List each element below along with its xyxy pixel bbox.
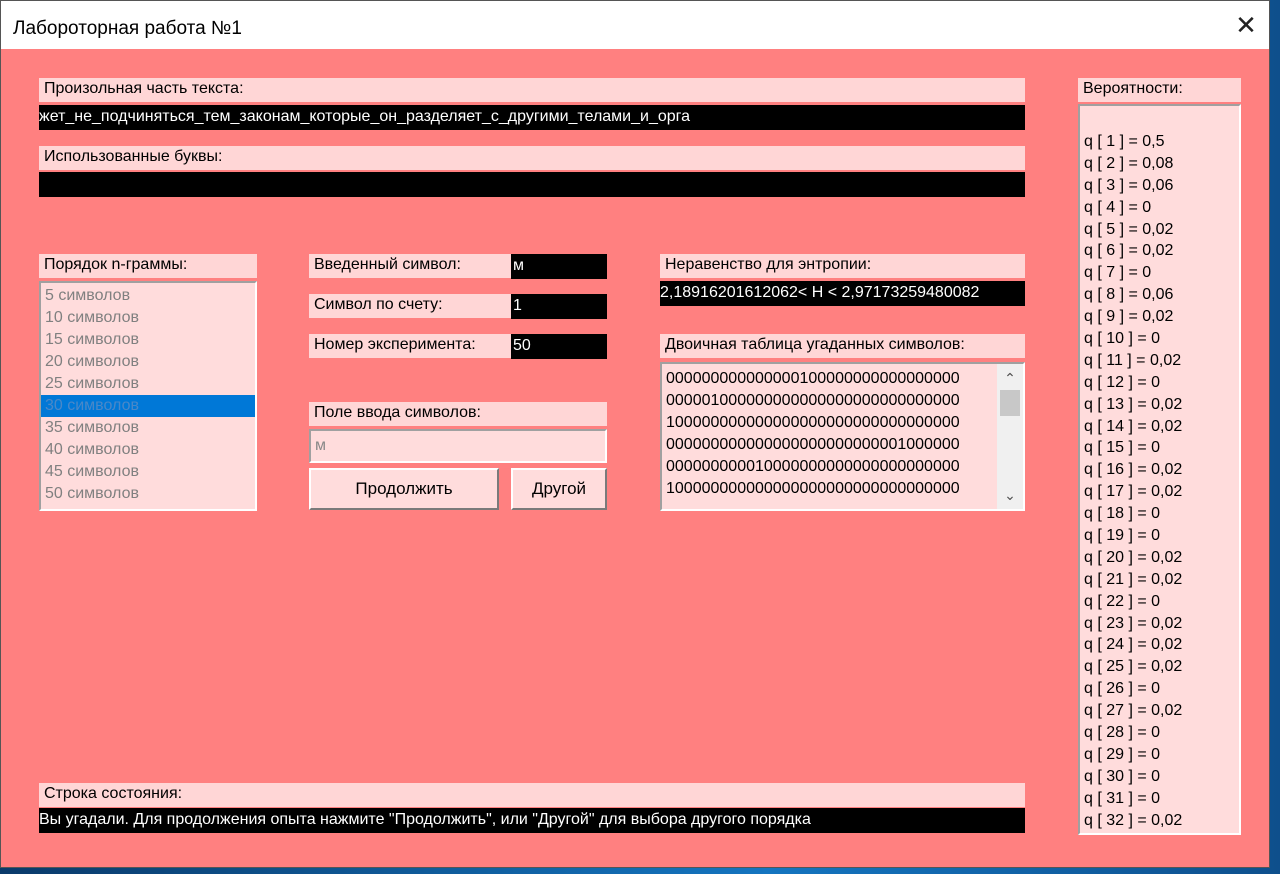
probability-item[interactable]: q [ 12 ] = 0 — [1080, 372, 1239, 394]
text-section-value: жет_не_подчиняться_тем_законам_которые_о… — [39, 105, 1025, 130]
binary-table-label: Двоичная таблица угаданных символов: — [660, 334, 1025, 358]
window-title: Лабороторная работа №1 — [13, 18, 242, 39]
probabilities-list: q [ 1 ] = 0,5 q [ 2 ] = 0,08 q [ 3 ] = 0,0… — [1080, 106, 1239, 832]
ngram-item[interactable]: 15 символов — [41, 329, 255, 351]
ngram-item[interactable]: 20 символов — [41, 351, 255, 373]
binary-table-row[interactable]: 100000000000000000000000000000000 — [662, 412, 992, 434]
binary-table-row[interactable]: 000001000000000000000000000000000 — [662, 390, 992, 412]
probability-item[interactable]: q [ 15 ] = 0 — [1080, 437, 1239, 459]
main-window: Лабороторная работа №1 ✕ Произольная час… — [0, 0, 1270, 868]
ngram-item[interactable]: 10 символов — [41, 307, 255, 329]
ngram-listbox[interactable]: 5 символов 10 символов 15 символов 20 симво… — [39, 281, 257, 511]
symbol-count-label: Символ по счету: — [309, 294, 511, 318]
binary-table-row[interactable]: 000000000010000000000000000000000 — [662, 456, 992, 478]
continue-button[interactable]: Продолжить — [309, 468, 499, 510]
input-label: Поле ввода символов: — [309, 402, 607, 426]
ngram-item[interactable]: 25 символов — [41, 373, 255, 395]
binary-list: 000000000000000100000000000000000 0000010… — [662, 364, 992, 500]
probability-item[interactable]: q [ 9 ] = 0,02 — [1080, 306, 1239, 328]
continue-button-label: Продолжить — [355, 479, 453, 498]
status-value: Вы угадали. Для продолжения опыта нажмит… — [39, 808, 1025, 833]
probability-item[interactable]: q [ 16 ] = 0,02 — [1080, 459, 1239, 481]
probability-item[interactable]: q [ 11 ] = 0,02 — [1080, 350, 1239, 372]
probability-item[interactable]: q [ 6 ] = 0,02 — [1080, 240, 1239, 262]
ngram-item[interactable]: 35 символов — [41, 417, 255, 439]
probability-item[interactable]: q [ 26 ] = 0 — [1080, 678, 1239, 700]
probability-item[interactable]: q [ 20 ] = 0,02 — [1080, 547, 1239, 569]
probability-item[interactable]: q [ 32 ] = 0,02 — [1080, 810, 1239, 832]
entropy-value: 2,18916201612062< H < 2,97173259480082 — [660, 281, 1025, 306]
symbol-count-value: 1 — [511, 294, 607, 319]
probability-item[interactable]: q [ 24 ] = 0,02 — [1080, 634, 1239, 656]
used-letters-label: Использованные буквы: — [39, 146, 1025, 170]
close-button[interactable]: ✕ — [1223, 1, 1269, 49]
ngram-item[interactable]: 30 символов — [41, 395, 255, 417]
probability-item[interactable]: q [ 7 ] = 0 — [1080, 262, 1239, 284]
other-button-label: Другой — [531, 479, 587, 498]
probability-item[interactable]: q [ 5 ] = 0,02 — [1080, 219, 1239, 241]
text-section-label: Произольная часть текста: — [39, 78, 1025, 102]
probability-item[interactable]: q [ 18 ] = 0 — [1080, 503, 1239, 525]
binary-table-listbox[interactable]: 000000000000000100000000000000000 0000010… — [660, 362, 1025, 511]
probabilities-label: Вероятности: — [1078, 78, 1241, 102]
probability-item[interactable]: q [ 21 ] = 0,02 — [1080, 569, 1239, 591]
probability-item[interactable]: q [ 2 ] = 0,08 — [1080, 153, 1239, 175]
title-bar: Лабороторная работа №1 ✕ — [1, 1, 1269, 49]
probability-item[interactable]: q [ 13 ] = 0,02 — [1080, 394, 1239, 416]
other-button[interactable]: Другой — [511, 468, 607, 510]
probability-item[interactable]: q [ 27 ] = 0,02 — [1080, 700, 1239, 722]
probability-item[interactable]: q [ 14 ] = 0,02 — [1080, 416, 1239, 438]
ngram-item[interactable]: 45 символов — [41, 461, 255, 483]
scroll-down-icon[interactable]: ⌄ — [997, 483, 1023, 507]
experiment-label: Номер эксперимента: — [309, 334, 511, 358]
probability-item[interactable]: q [ 10 ] = 0 — [1080, 328, 1239, 350]
probability-item[interactable]: q [ 1 ] = 0,5 — [1080, 131, 1239, 153]
probability-item[interactable]: q [ 29 ] = 0 — [1080, 744, 1239, 766]
probability-item[interactable]: q [ 8 ] = 0,06 — [1080, 284, 1239, 306]
ngram-item[interactable]: 40 символов — [41, 439, 255, 461]
ngram-list: 5 символов 10 символов 15 символов 20 симво… — [41, 283, 255, 505]
experiment-value: 50 — [511, 334, 607, 359]
entropy-label: Неравенство для энтропии: — [660, 254, 1025, 278]
probability-item[interactable]: q [ 19 ] = 0 — [1080, 525, 1239, 547]
symbol-input[interactable]: м — [309, 429, 607, 463]
entered-symbol-value: м — [511, 254, 607, 279]
probability-item[interactable]: q [ 30 ] = 0 — [1080, 766, 1239, 788]
probabilities-listbox[interactable]: q [ 1 ] = 0,5 q [ 2 ] = 0,08 q [ 3 ] = 0,0… — [1078, 104, 1241, 835]
probability-item[interactable]: q [ 23 ] = 0,02 — [1080, 613, 1239, 635]
scroll-up-icon[interactable]: ⌃ — [997, 366, 1023, 390]
ngram-label: Порядок n-граммы: — [39, 254, 257, 278]
ngram-item[interactable]: 5 символов — [41, 285, 255, 307]
probability-item[interactable]: q [ 17 ] = 0,02 — [1080, 481, 1239, 503]
binary-table-row[interactable]: 000000000000000000000000001000000 — [662, 434, 992, 456]
status-label: Строка состояния: — [39, 783, 1025, 807]
probability-item[interactable]: q [ 25 ] = 0,02 — [1080, 656, 1239, 678]
scroll-thumb[interactable] — [1000, 390, 1020, 416]
binary-table-row[interactable]: 100000000000000000000000000000000 — [662, 478, 992, 500]
probability-item[interactable]: q [ 3 ] = 0,06 — [1080, 175, 1239, 197]
binary-table-scrollbar[interactable]: ⌃ ⌄ — [997, 364, 1023, 509]
close-icon: ✕ — [1235, 9, 1257, 40]
used-letters-value — [39, 172, 1025, 197]
probability-item[interactable]: q [ 22 ] = 0 — [1080, 591, 1239, 613]
entered-symbol-label: Введенный символ: — [309, 254, 511, 278]
probability-item[interactable]: q [ 28 ] = 0 — [1080, 722, 1239, 744]
probability-item[interactable]: q [ 31 ] = 0 — [1080, 788, 1239, 810]
binary-table-row[interactable]: 000000000000000100000000000000000 — [662, 368, 992, 390]
ngram-item[interactable]: 50 символов — [41, 483, 255, 505]
probability-item[interactable]: q [ 4 ] = 0 — [1080, 197, 1239, 219]
